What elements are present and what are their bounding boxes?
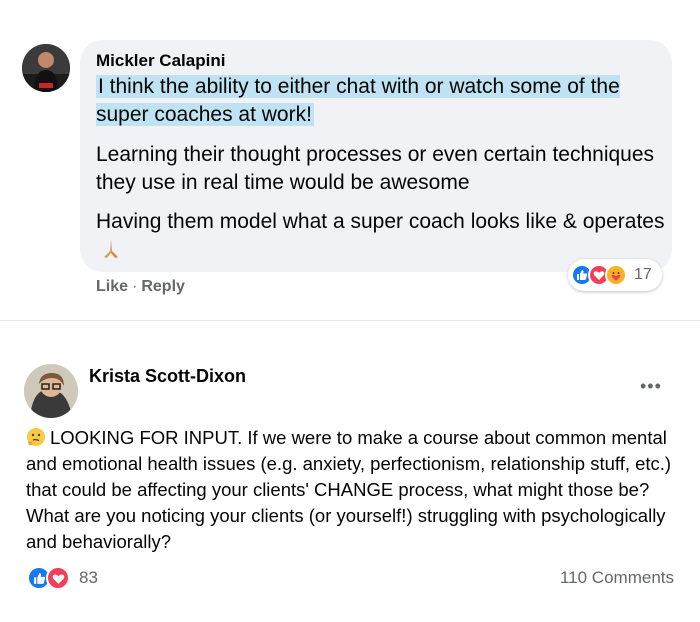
avatar[interactable]	[22, 44, 70, 92]
like-button[interactable]: Like	[96, 278, 128, 295]
comment-paragraph-text: Having them model what a super coach loo…	[96, 210, 665, 233]
post-body: LOOKING FOR INPUT. If we were to make a …	[26, 425, 676, 555]
reaction-count: 83	[79, 568, 98, 587]
thinking-face-icon	[27, 428, 45, 446]
praying-hands-icon	[104, 239, 118, 258]
comment-paragraph: Having them model what a super coach loo…	[96, 208, 666, 264]
comment-paragraph: I think the ability to either chat with …	[96, 73, 666, 129]
post-reactions[interactable]: 83	[27, 566, 98, 590]
comment-reactions[interactable]: 17	[568, 259, 662, 291]
more-options-button[interactable]: •••	[640, 377, 662, 395]
love-reaction-icon	[46, 566, 70, 590]
care-reaction-icon	[605, 264, 627, 286]
comments-count-link[interactable]: 110 Comments	[560, 568, 674, 588]
comment-actions: Like · Reply	[96, 277, 185, 297]
highlighted-text: I think the ability to either chat with …	[96, 75, 620, 126]
post-text: LOOKING FOR INPUT. If we were to make a …	[26, 427, 672, 552]
separator: ·	[132, 278, 138, 295]
comment-author[interactable]: Mickler Calapini	[96, 50, 225, 72]
avatar[interactable]	[24, 364, 78, 418]
comment-paragraph: Learning their thought processes or even…	[96, 143, 655, 194]
reaction-count: 17	[634, 266, 652, 283]
reply-button[interactable]: Reply	[141, 278, 185, 295]
post-author[interactable]: Krista Scott-Dixon	[89, 365, 246, 387]
divider	[0, 320, 700, 321]
